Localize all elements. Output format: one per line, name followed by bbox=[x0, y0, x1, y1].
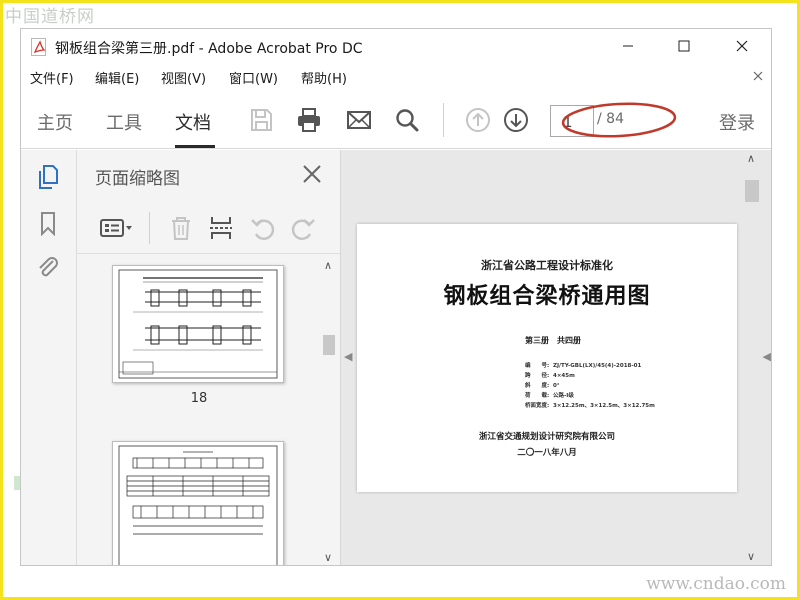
doc-date: 二〇一八年八月 bbox=[517, 448, 577, 458]
scroll-up-icon[interactable]: ∧ bbox=[747, 152, 755, 165]
thumbnail-panel: 页面缩略图 18 ∧ ∨ bbox=[77, 150, 341, 565]
tab-home[interactable]: 主页 bbox=[37, 109, 73, 135]
page-thumbnails-icon[interactable] bbox=[35, 164, 61, 190]
minimize-button[interactable] bbox=[603, 29, 653, 63]
close-icon bbox=[736, 40, 748, 52]
doc-subtitle: 浙江省公路工程设计标准化 bbox=[481, 259, 613, 272]
document-scrollbar[interactable]: ∧ ∨ bbox=[743, 150, 761, 565]
acrobat-window: 钢板组合梁第三册.pdf - Adobe Acrobat Pro DC 文件(F… bbox=[20, 28, 772, 566]
doc-info-row: 编 号: ZJ/TY-GBL(LX)/45(4)-2018-01 bbox=[525, 363, 642, 369]
title-bar: 钢板组合梁第三册.pdf - Adobe Acrobat Pro DC bbox=[21, 29, 771, 63]
page-total: / 84 bbox=[597, 111, 624, 127]
panel-title: 页面缩略图 bbox=[95, 169, 180, 189]
bookmark-icon[interactable] bbox=[35, 210, 61, 236]
maximize-icon bbox=[678, 40, 690, 52]
minimize-icon bbox=[623, 45, 633, 47]
doc-info-row: 荷 载: 公路-Ⅰ级 bbox=[525, 393, 574, 399]
login-button[interactable]: 登录 bbox=[719, 109, 755, 135]
save-icon[interactable] bbox=[247, 106, 275, 134]
main-toolbar: 主页 工具 文档 1 / 84 登录 bbox=[21, 91, 771, 149]
page-down-icon[interactable] bbox=[502, 106, 530, 134]
drawing-preview bbox=[118, 445, 278, 565]
maximize-button[interactable] bbox=[659, 29, 709, 63]
search-icon[interactable] bbox=[393, 106, 421, 134]
scroll-down-icon[interactable]: ∨ bbox=[324, 551, 332, 564]
attachment-icon[interactable] bbox=[35, 254, 61, 280]
scroll-up-icon[interactable]: ∧ bbox=[324, 259, 332, 272]
pdf-file-icon bbox=[31, 38, 46, 56]
page-thumbnail-next[interactable] bbox=[112, 441, 284, 565]
pdf-page: 浙江省公路工程设计标准化 钢板组合梁桥通用图 第三册 共四册 编 号: ZJ/TY… bbox=[357, 224, 737, 492]
close-icon[interactable] bbox=[753, 71, 763, 81]
thumbnail-label: 18 bbox=[190, 391, 208, 406]
insert-page-icon[interactable] bbox=[207, 214, 235, 242]
doc-info-row: 桥面宽度: 3×12.25m、3×12.5m、3×12.75m bbox=[525, 403, 655, 409]
scrollbar-thumb[interactable] bbox=[745, 180, 759, 202]
navigation-rail bbox=[21, 150, 77, 565]
undo-icon[interactable] bbox=[249, 214, 277, 242]
redo-icon[interactable] bbox=[289, 214, 317, 242]
collapse-left-icon[interactable]: ◀ bbox=[344, 350, 352, 363]
drawing-preview bbox=[118, 269, 278, 379]
thumbnail-list: 18 bbox=[77, 255, 321, 565]
scrollbar-thumb[interactable] bbox=[323, 335, 335, 355]
doc-info-row: 斜 度: 0° bbox=[525, 383, 560, 389]
menu-window[interactable]: 窗口(W) bbox=[229, 68, 278, 87]
thumbnail-scrollbar[interactable]: ∧ ∨ bbox=[320, 255, 338, 565]
menu-edit[interactable]: 编辑(E) bbox=[95, 68, 139, 87]
background-window-edge bbox=[3, 28, 22, 568]
page-number-input[interactable]: 1 bbox=[550, 105, 594, 137]
collapse-right-icon[interactable]: ◀ bbox=[763, 350, 771, 363]
tab-tools[interactable]: 工具 bbox=[106, 109, 142, 135]
email-icon[interactable] bbox=[345, 106, 373, 134]
watermark-top: 中国道桥网 bbox=[5, 7, 95, 27]
toolbar-separator bbox=[443, 103, 444, 137]
options-menu-icon[interactable] bbox=[99, 214, 135, 242]
delete-page-icon[interactable] bbox=[167, 214, 195, 242]
document-view: ◀ 浙江省公路工程设计标准化 钢板组合梁桥通用图 第三册 共四册 编 号: ZJ/… bbox=[341, 150, 771, 565]
close-button[interactable] bbox=[717, 29, 767, 63]
watermark-bottom: www.cndao.com bbox=[646, 574, 786, 594]
print-icon[interactable] bbox=[295, 106, 323, 134]
doc-organization: 浙江省交通规划设计研究院有限公司 bbox=[478, 432, 615, 442]
menu-file[interactable]: 文件(F) bbox=[30, 68, 74, 87]
content-area: 页面缩略图 18 ∧ ∨ ◀ 浙江省公路工程设计标准化 钢板组合梁桥通用图 第三… bbox=[21, 150, 771, 565]
doc-title: 钢板组合梁桥通用图 bbox=[443, 284, 651, 309]
tab-document[interactable]: 文档 bbox=[175, 109, 211, 135]
menu-help[interactable]: 帮助(H) bbox=[301, 68, 347, 87]
page-thumbnail-18[interactable] bbox=[112, 265, 284, 383]
menu-view[interactable]: 视图(V) bbox=[161, 68, 206, 87]
tool-separator bbox=[149, 212, 150, 244]
active-tab-indicator bbox=[175, 145, 215, 148]
page-up-icon[interactable] bbox=[464, 106, 492, 134]
doc-volume: 第三册 共四册 bbox=[525, 336, 581, 345]
doc-info-row: 跨 径: 4×45m bbox=[525, 373, 575, 379]
close-icon[interactable] bbox=[302, 164, 322, 184]
thumbnail-toolbar bbox=[77, 202, 340, 254]
menu-bar: 文件(F) 编辑(E) 视图(V) 窗口(W) 帮助(H) bbox=[21, 65, 771, 89]
scroll-down-icon[interactable]: ∨ bbox=[747, 550, 755, 563]
window-title: 钢板组合梁第三册.pdf - Adobe Acrobat Pro DC bbox=[55, 41, 363, 57]
